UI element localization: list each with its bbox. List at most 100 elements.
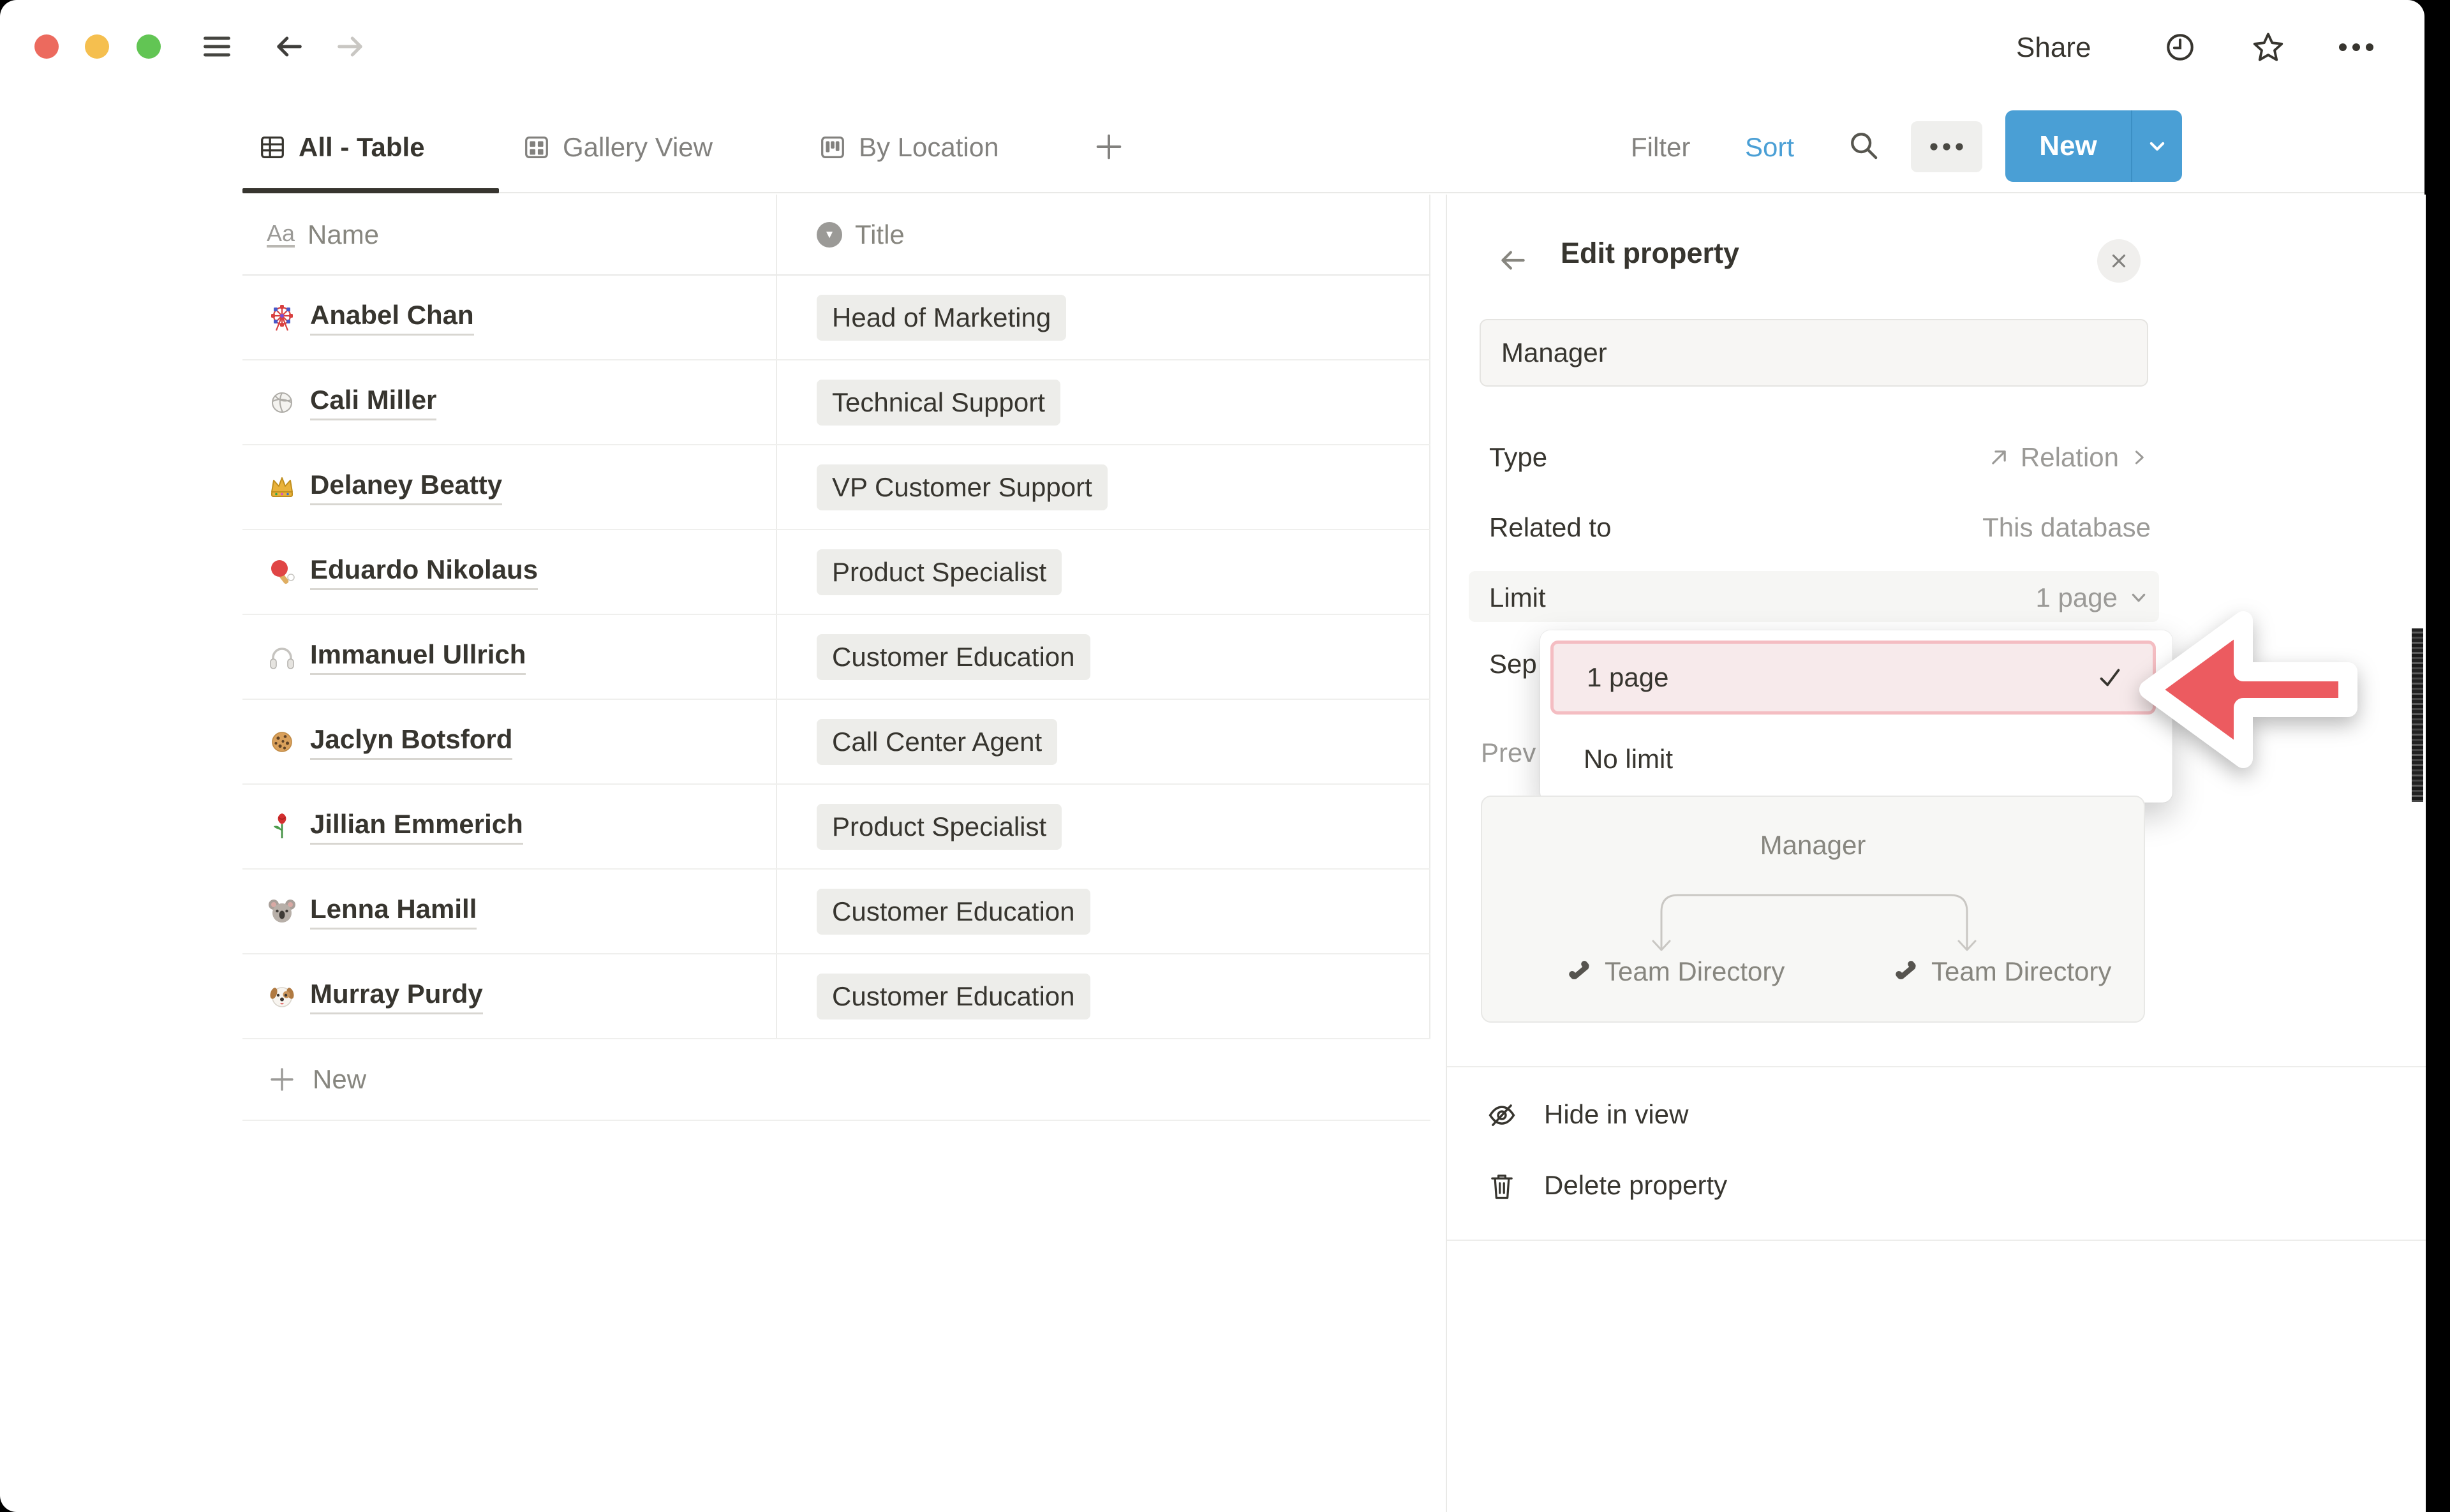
title-cell[interactable]: VP Customer Support [777,445,1430,529]
clipped-preview-label: Prev [1481,737,1536,768]
table-row[interactable]: Immanuel Ullrich Customer Education [242,615,1430,700]
person-name-link[interactable]: Anabel Chan [310,300,474,336]
panel-divider-bottom [1447,1240,2426,1241]
dog-icon [267,981,297,1012]
name-cell[interactable]: Jillian Emmerich [242,785,777,868]
notion-window: Share All - Table Gallery View By Locati… [0,0,2424,1512]
check-icon [2095,663,2125,692]
table-row[interactable]: Murray Purdy Customer Education [242,954,1430,1039]
edit-property-panel: Edit property Manager Type Relation Rela… [1446,195,2426,1512]
table-row[interactable]: Jaclyn Botsford Call Center Agent [242,700,1430,785]
person-name-link[interactable]: Eduardo Nikolaus [310,554,538,590]
title-cell[interactable]: Product Specialist [777,530,1430,614]
table-row[interactable]: Lenna Hamill Customer Education [242,870,1430,954]
board-view-icon [818,133,847,162]
name-cell[interactable]: Murray Purdy [242,954,777,1038]
panel-back-arrow-icon[interactable] [1497,244,1529,276]
close-window-button[interactable] [34,34,59,59]
table-row[interactable]: Anabel Chan Head of Marketing [242,276,1430,360]
view-options-button[interactable] [1911,121,1982,172]
delete-property-button[interactable]: Delete property [1485,1155,2251,1216]
search-icon[interactable] [1846,128,1883,165]
dropdown-option-no-limit[interactable]: No limit [1550,726,2156,792]
preview-child-right: Team Directory [1893,956,2111,987]
table-view-icon [258,133,287,162]
title-tag: Head of Marketing [817,295,1066,341]
table-row[interactable]: Jillian Emmerich Product Specialist [242,785,1430,870]
filter-button[interactable]: Filter [1631,119,1690,176]
title-cell[interactable]: Customer Education [777,615,1430,699]
new-button[interactable]: New [2005,110,2132,182]
name-cell[interactable]: Delaney Beatty [242,445,777,529]
more-options-icon[interactable] [2336,37,2376,57]
name-cell[interactable]: Anabel Chan [242,276,777,359]
tab-all-table[interactable]: All - Table [258,119,425,176]
screenshot-edge-artifact [2412,628,2423,802]
table-row[interactable]: Cali Miller Technical Support [242,360,1430,445]
title-cell[interactable]: Technical Support [777,360,1430,444]
new-dropdown-chevron[interactable] [2132,110,2182,182]
type-value: Relation [2021,442,2119,473]
text-property-icon: Aa [267,222,295,248]
tab-gallery-view[interactable]: Gallery View [522,119,713,176]
forward-arrow-icon[interactable] [334,30,367,63]
crown-icon [267,472,297,503]
title-cell[interactable]: Head of Marketing [777,276,1430,359]
title-cell[interactable]: Customer Education [777,870,1430,953]
person-name-link[interactable]: Cali Miller [310,385,436,420]
title-tag: Customer Education [817,889,1090,935]
new-row-button[interactable]: New [242,1039,1430,1121]
close-panel-button[interactable] [2097,239,2141,283]
minimize-window-button[interactable] [85,34,109,59]
headphones-icon [267,642,297,672]
property-row-limit[interactable]: Limit 1 page [1480,568,2151,627]
person-name-link[interactable]: Murray Purdy [310,979,483,1014]
column-header-title[interactable]: ▼ Title [777,195,1430,274]
table-row[interactable]: Delaney Beatty VP Customer Support [242,445,1430,530]
name-cell[interactable]: Lenna Hamill [242,870,777,953]
person-name-link[interactable]: Immanuel Ullrich [310,639,526,675]
hide-in-view-button[interactable]: Hide in view [1485,1084,2251,1145]
add-view-plus-icon[interactable] [1092,130,1125,163]
name-cell[interactable]: Jaclyn Botsford [242,700,777,783]
updates-clock-icon[interactable] [2162,29,2199,66]
database-table: Aa Name ▼ Title Anabel Chan Head of Marke… [242,195,1430,1121]
dropdown-option-1-page[interactable]: 1 page [1550,641,2156,715]
person-name-link[interactable]: Jaclyn Botsford [310,724,512,760]
phone-icon [1566,958,1594,986]
app-window: Share All - Table Gallery View By Locati… [0,0,2450,1512]
share-button[interactable]: Share [2016,32,2091,64]
name-cell[interactable]: Eduardo Nikolaus [242,530,777,614]
zoom-window-button[interactable] [137,34,161,59]
name-cell[interactable]: Cali Miller [242,360,777,444]
title-cell[interactable]: Customer Education [777,954,1430,1038]
panel-divider-top [1447,1066,2426,1067]
property-row-type[interactable]: Type Relation [1480,428,2151,487]
table-header: Aa Name ▼ Title [242,195,1430,276]
person-name-link[interactable]: Delaney Beatty [310,470,502,505]
name-cell[interactable]: Immanuel Ullrich [242,615,777,699]
new-button-group[interactable]: New [2005,110,2182,182]
active-tab-underline [242,188,499,193]
person-name-link[interactable]: Lenna Hamill [310,894,477,930]
tabbar-divider [242,192,2424,193]
sidebar-menu-icon[interactable] [200,30,234,63]
title-cell[interactable]: Call Center Agent [777,700,1430,783]
back-arrow-icon[interactable] [272,30,306,63]
favorite-star-icon[interactable] [2250,29,2287,66]
cookie-icon [267,727,297,757]
person-name-link[interactable]: Jillian Emmerich [310,809,523,845]
preview-child-left: Team Directory [1566,956,1785,987]
volleyball-icon [267,387,297,418]
title-tag: Product Specialist [817,549,1062,595]
ping-pong-icon [267,557,297,588]
clipped-separate-label: Sep [1489,649,1537,679]
property-row-related-to[interactable]: Related to This database [1480,498,2151,557]
tab-by-location[interactable]: By Location [818,119,999,176]
title-cell[interactable]: Product Specialist [777,785,1430,868]
table-row[interactable]: Eduardo Nikolaus Product Specialist [242,530,1430,615]
sort-button[interactable]: Sort [1745,119,1794,176]
annotation-arrow-left [2125,597,2393,788]
property-name-input[interactable]: Manager [1480,319,2148,387]
column-header-name[interactable]: Aa Name [242,195,777,274]
